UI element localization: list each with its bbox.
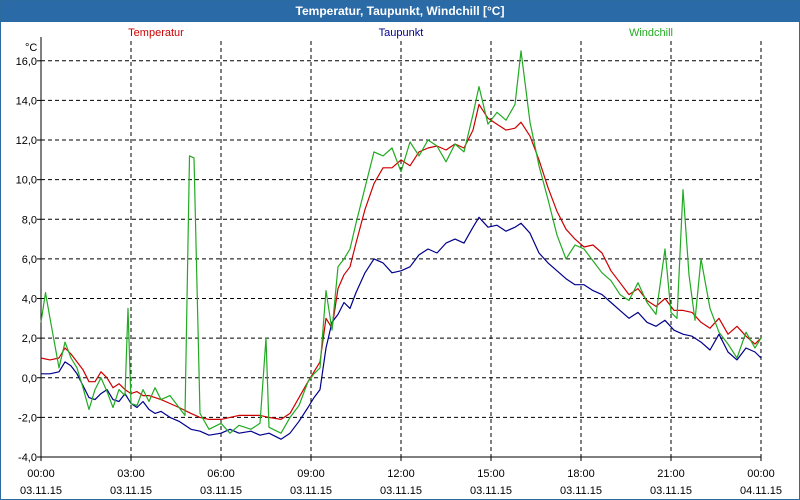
y-tick-label: -2,0 (18, 412, 37, 424)
x-tick-date-label: 03.11.15 (200, 485, 242, 497)
x-tick-time-label: 06:00 (207, 468, 235, 480)
legend-taupunkt: Taupunkt (379, 27, 424, 39)
grid (40, 41, 762, 458)
legend-temperatur: Temperatur (128, 27, 184, 39)
y-axis-unit-label: °C (25, 42, 37, 54)
y-tick-label: 10,0 (16, 175, 37, 187)
y-tick-label: 8,0 (22, 214, 37, 226)
x-tick-time-label: 21:00 (657, 468, 685, 480)
x-tick-date-label: 03.11.15 (290, 485, 332, 497)
y-tick-label: 14,0 (16, 95, 37, 107)
y-tick-label: -4,0 (18, 452, 37, 464)
x-tick-date-label: 03.11.15 (560, 485, 602, 497)
x-tick-date-label: 04.11.15 (740, 485, 782, 497)
series-line-windchill (40, 50, 762, 434)
x-tick-time-label: 09:00 (297, 468, 325, 480)
legend: Temperatur Taupunkt Windchill (128, 27, 673, 39)
x-tick-date-label: 03.11.15 (20, 485, 62, 497)
x-tick-time-label: 00:00 (747, 468, 775, 480)
chart-window: Temperatur, Taupunkt, Windchill [°C] Tem… (0, 0, 800, 500)
line-chart: Temperatur Taupunkt Windchill 16,0 14,0 12,0… (16, 27, 782, 497)
x-tick-time-label: 12:00 (387, 468, 415, 480)
x-tick-time-label: 18:00 (567, 468, 595, 480)
x-tick-date-label: 03.11.15 (650, 485, 692, 497)
y-tick-label: 6,0 (22, 254, 37, 266)
y-tick-label: 4,0 (22, 294, 37, 306)
x-tick-time-label: 15:00 (477, 468, 505, 480)
x-tick-time-label: 00:00 (27, 468, 55, 480)
x-tick-date-label: 03.11.15 (110, 485, 152, 497)
y-tick-label: 12,0 (16, 135, 37, 147)
y-tick-label: 16,0 (16, 56, 37, 68)
legend-windchill: Windchill (629, 27, 673, 39)
x-tick-date-label: 03.11.15 (380, 485, 422, 497)
x-tick-date-label: 03.11.15 (470, 485, 512, 497)
y-tick-label: 2,0 (22, 333, 37, 345)
x-tick-time-label: 03:00 (117, 468, 145, 480)
y-tick-label: 0,0 (22, 373, 37, 385)
